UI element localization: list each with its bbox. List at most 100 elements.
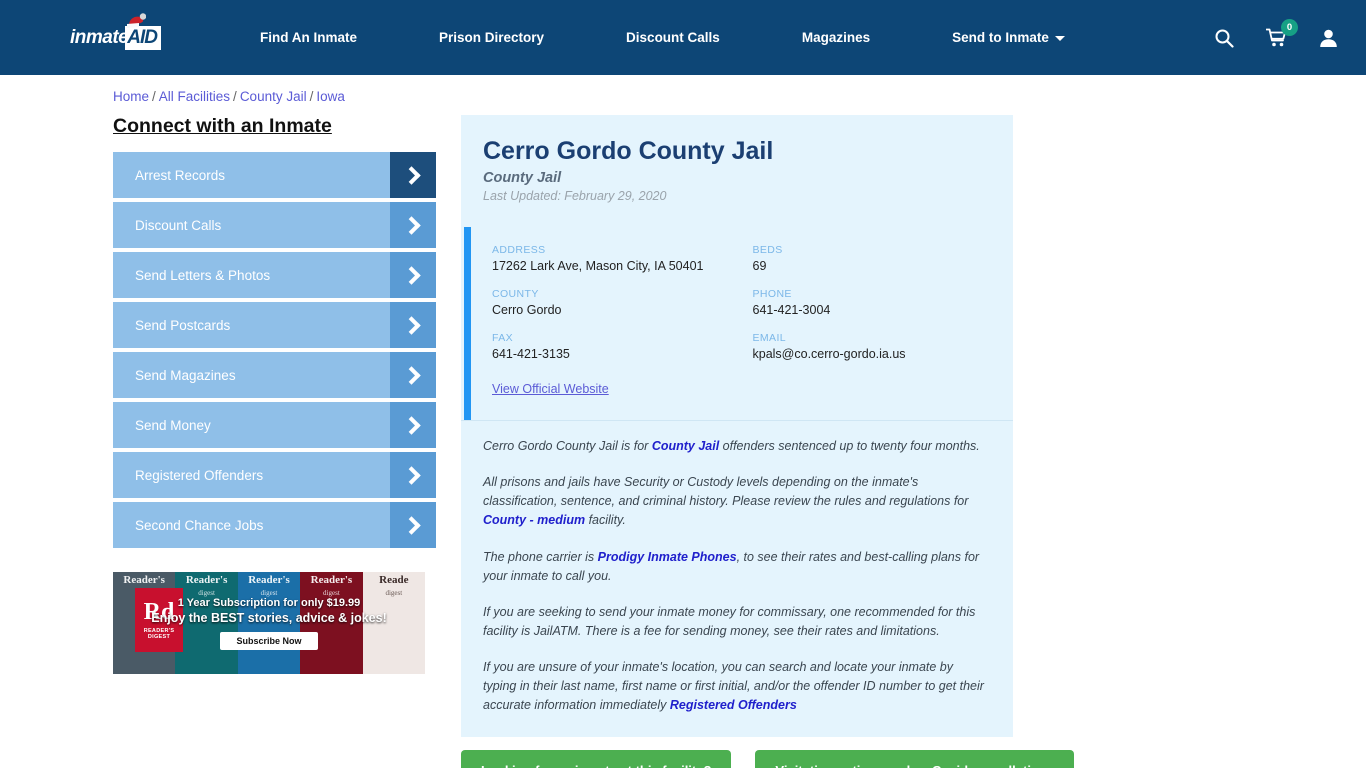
sidebar: Connect with an Inmate Arrest Records Di… <box>113 115 436 768</box>
chevron-right-icon <box>390 202 436 248</box>
desc-text: facility. <box>585 513 626 528</box>
info-label: FAX <box>492 332 514 344</box>
description-paragraph-3: The phone carrier is Prodigy Inmate Phon… <box>483 548 985 586</box>
sidebar-title: Connect with an Inmate <box>113 115 332 137</box>
info-item-address: ADDRESS 17262 Lark Ave, Mason City, IA 5… <box>492 244 753 273</box>
breadcrumb-item-iowa: Iowa <box>316 89 345 104</box>
facility-type: County Jail <box>483 170 562 186</box>
cart-count-badge: 0 <box>1281 18 1298 36</box>
sidebar-item-second-chance-jobs[interactable]: Second Chance Jobs <box>113 502 436 548</box>
cart-icon[interactable]: 0 <box>1266 18 1298 48</box>
chevron-right-icon <box>390 252 436 298</box>
info-column-left: ADDRESS 17262 Lark Ave, Mason City, IA 5… <box>492 244 753 398</box>
sidebar-item-discount-calls[interactable]: Discount Calls <box>113 202 436 248</box>
sidebar-item-label: Registered Offenders <box>135 467 264 483</box>
link-county-jail[interactable]: County Jail <box>652 439 719 453</box>
description-paragraph-1: Cerro Gordo County Jail is for County Ja… <box>483 437 985 456</box>
advertisement-banner[interactable]: Reader's digest Reader's digest Reader's… <box>113 572 425 674</box>
breadcrumb-separator: / <box>152 89 156 104</box>
nav-dropdown-send-to-inmate[interactable]: Send to Inmate <box>952 30 1065 45</box>
description-paragraph-2: All prisons and jails have Security or C… <box>483 473 985 530</box>
sidebar-item-label: Second Chance Jobs <box>135 517 264 533</box>
description-paragraph-4: If you are seeking to send your inmate m… <box>483 604 976 638</box>
sidebar-item-label: Discount Calls <box>135 217 222 233</box>
sidebar-item-label: Send Postcards <box>135 317 231 333</box>
info-item-phone: PHONE 641-421-3004 <box>753 288 1014 317</box>
breadcrumb-separator: / <box>309 89 314 104</box>
link-prodigy-inmate-phones[interactable]: Prodigy Inmate Phones <box>598 550 737 564</box>
view-official-website-link[interactable]: View Official Website <box>492 382 609 396</box>
facility-description: Cerro Gordo County Jail is for County Ja… <box>461 421 1013 737</box>
sidebar-item-label: Send Money <box>135 417 211 433</box>
chevron-right-icon <box>390 352 436 398</box>
desc-text: Cerro Gordo County Jail is for <box>483 439 652 453</box>
looking-for-inmate-button[interactable]: Looking for an inmate at this facility? <box>461 750 732 768</box>
top-navigation-bar: inmate AID Find An Inmate Prison Directo… <box>0 0 1366 75</box>
chevron-right-icon <box>390 402 436 448</box>
link-registered-offenders[interactable]: Registered Offenders <box>670 698 797 712</box>
breadcrumb-separator: / <box>233 89 237 104</box>
info-label: BEDS <box>752 244 783 256</box>
breadcrumb: Home / All Facilities / County Jail / Iowa <box>0 75 1366 104</box>
info-value: 17262 Lark Ave, Mason City, IA 50401 <box>492 259 704 273</box>
ad-overlay: 1 Year Subscription for only $19.99 Enjo… <box>113 572 425 674</box>
info-value: 641-421-3004 <box>752 303 831 317</box>
search-icon[interactable] <box>1214 28 1234 48</box>
nav-icon-group: 0 <box>1214 18 1338 48</box>
sidebar-item-send-letters-photos[interactable]: Send Letters & Photos <box>113 252 436 298</box>
link-county-medium[interactable]: County - medium <box>483 513 585 527</box>
info-label: PHONE <box>752 288 792 300</box>
page-body: Home / All Facilities / County Jail / Iowa Con… <box>0 75 1366 768</box>
breadcrumb-item-county-jail[interactable]: County Jail <box>240 89 307 104</box>
santa-hat-icon <box>127 12 146 28</box>
logo-text: inmate <box>70 26 129 48</box>
sidebar-item-arrest-records[interactable]: Arrest Records <box>113 152 436 198</box>
desc-text: The phone carrier is <box>483 549 598 564</box>
info-item-fax: FAX 641-421-3135 <box>492 332 753 361</box>
sidebar-item-label: Send Magazines <box>135 367 236 383</box>
info-label: COUNTY <box>492 288 539 300</box>
visitations-button[interactable]: Visitations - times, rules, Covid cancel… <box>755 750 1075 768</box>
chevron-right-icon <box>390 452 436 498</box>
chevron-right-icon <box>390 152 436 198</box>
sidebar-item-label: Arrest Records <box>135 167 226 183</box>
sidebar-item-send-postcards[interactable]: Send Postcards <box>113 302 436 348</box>
info-value: Cerro Gordo <box>492 303 562 317</box>
nav-link-prison-directory[interactable]: Prison Directory <box>439 30 544 45</box>
nav-link-magazines[interactable]: Magazines <box>802 30 870 45</box>
ad-subscribe-button[interactable]: Subscribe Now <box>220 631 318 650</box>
nav-dropdown-label: Send to Inmate <box>952 30 1049 45</box>
chevron-down-icon <box>1054 35 1065 41</box>
page-title: Cerro Gordo County Jail <box>483 137 774 165</box>
sidebar-item-send-magazines[interactable]: Send Magazines <box>113 352 436 398</box>
user-icon[interactable] <box>1319 28 1338 48</box>
sidebar-item-send-money[interactable]: Send Money <box>113 402 436 448</box>
ad-subheadline: Enjoy the BEST stories, advice & jokes! <box>151 610 387 625</box>
cta-button-row: Looking for an inmate at this facility? … <box>461 750 1366 768</box>
nav-link-find-an-inmate[interactable]: Find An Inmate <box>260 30 357 45</box>
site-logo[interactable]: inmate AID <box>70 12 182 55</box>
facility-card: Cerro Gordo County Jail County Jail Last… <box>461 115 1014 738</box>
sidebar-item-registered-offenders[interactable]: Registered Offenders <box>113 452 436 498</box>
info-item-county: COUNTY Cerro Gordo <box>492 288 753 317</box>
desc-text: All prisons and jails have Security or C… <box>483 475 969 509</box>
info-value: kpals@co.cerro-gordo.ia.us <box>752 347 906 361</box>
info-value: 69 <box>752 259 767 273</box>
info-item-email: EMAIL kpals@co.cerro-gordo.ia.us <box>753 332 1014 361</box>
nav-link-discount-calls[interactable]: Discount Calls <box>626 30 720 45</box>
info-label: EMAIL <box>752 332 787 344</box>
info-item-beds: BEDS 69 <box>753 244 1014 273</box>
sidebar-item-label: Send Letters & Photos <box>135 267 271 283</box>
main-content: Cerro Gordo County Jail County Jail Last… <box>461 115 1366 768</box>
ad-headline: 1 Year Subscription for only $19.99 <box>177 596 361 609</box>
description-paragraph-5: If you are unsure of your inmate's locat… <box>483 658 985 715</box>
breadcrumb-item-all-facilities[interactable]: All Facilities <box>159 89 230 104</box>
content-columns: Connect with an Inmate Arrest Records Di… <box>0 115 1366 768</box>
nav-links: Find An Inmate Prison Directory Discount… <box>260 30 1154 45</box>
info-label: ADDRESS <box>492 244 546 256</box>
info-value: 641-421-3135 <box>492 347 570 361</box>
info-column-right: BEDS 69 PHONE 641-421-3004 EMAIL kpals@c… <box>753 244 1014 398</box>
chevron-right-icon <box>390 502 436 548</box>
breadcrumb-item-home[interactable]: Home <box>113 89 149 104</box>
chevron-right-icon <box>390 302 436 348</box>
